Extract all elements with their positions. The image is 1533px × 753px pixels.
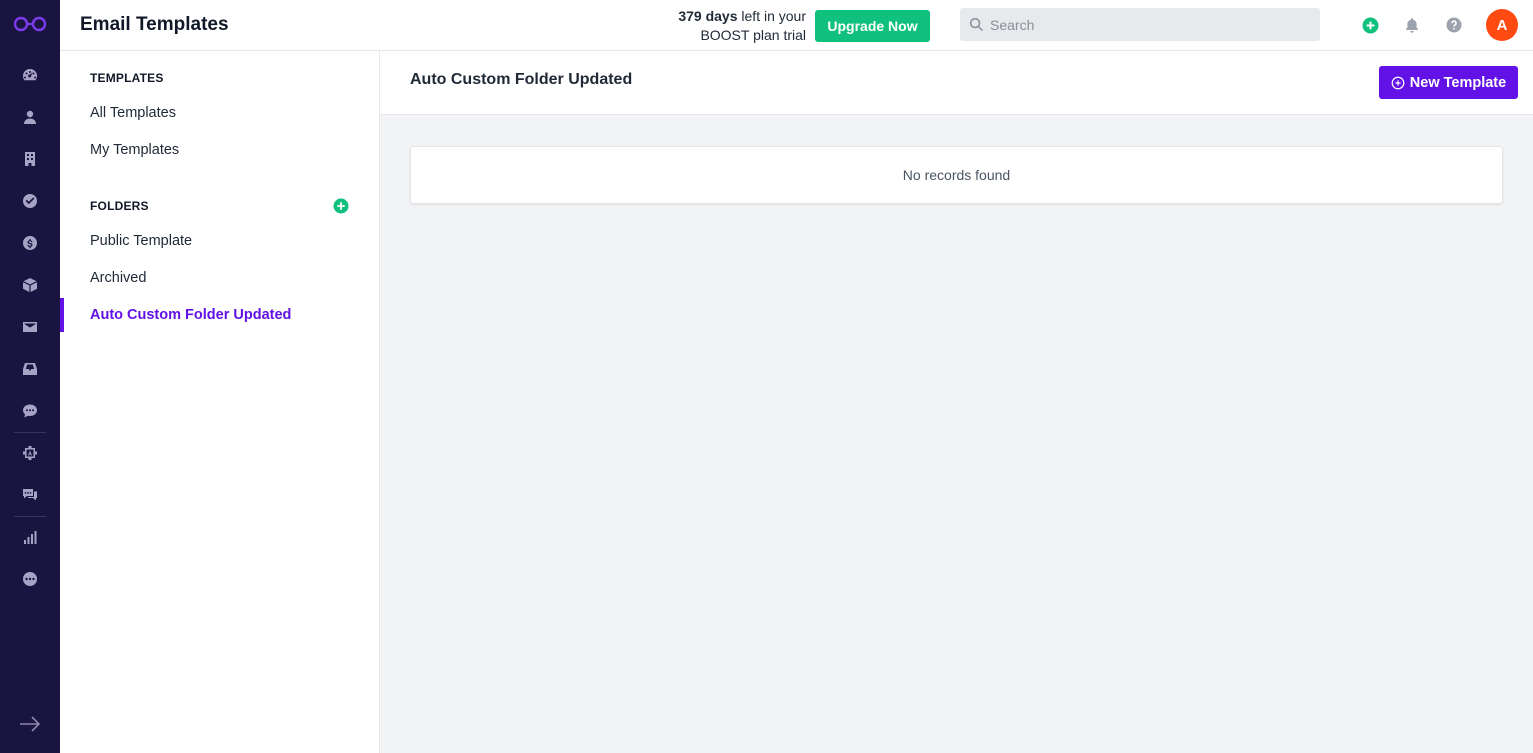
sidebar-item-public-template[interactable]: Public Template (90, 233, 192, 249)
templates-sidebar: TEMPLATES All Templates My Templates FOL… (60, 51, 380, 753)
conversations-icon[interactable] (20, 485, 40, 505)
app-rail (0, 0, 60, 753)
avatar[interactable]: A (1486, 9, 1518, 41)
contacts-icon[interactable] (20, 107, 40, 127)
add-circle-icon[interactable] (1361, 16, 1379, 34)
active-indicator (60, 298, 64, 332)
app-logo-icon[interactable] (12, 14, 48, 34)
sidebar-item-auto-custom-folder-updated[interactable]: Auto Custom Folder Updated (90, 307, 291, 323)
rail-divider (14, 432, 46, 433)
search-icon (969, 17, 983, 31)
products-icon[interactable] (20, 275, 40, 295)
dashboard-icon[interactable] (20, 65, 40, 85)
sidebar-item-all-templates[interactable]: All Templates (90, 105, 176, 121)
expand-arrow-icon[interactable] (18, 714, 42, 734)
chat-icon[interactable] (20, 401, 40, 421)
templates-heading: TEMPLATES (90, 71, 164, 85)
more-icon[interactable] (20, 569, 40, 589)
inbox-icon[interactable] (20, 359, 40, 379)
new-template-button[interactable]: New Template (1379, 66, 1518, 99)
rail-divider (14, 516, 46, 517)
plus-circle-icon (1391, 76, 1405, 89)
upgrade-now-button[interactable]: Upgrade Now (815, 10, 930, 42)
empty-state-card: No records found (410, 146, 1503, 204)
companies-icon[interactable] (20, 149, 40, 169)
top-header: Email Templates 379 days left in your BO… (60, 0, 1533, 51)
empty-message: No records found (902, 167, 1011, 183)
sidebar-item-my-templates[interactable]: My Templates (90, 142, 179, 158)
trial-notice: 379 days left in your BOOST plan trial (650, 7, 806, 45)
search-box[interactable] (960, 8, 1320, 41)
deals-icon[interactable] (20, 233, 40, 253)
trial-text: left in your (737, 8, 806, 24)
folders-heading: FOLDERS (90, 199, 149, 213)
search-input[interactable] (990, 8, 1310, 41)
workflow-icon[interactable] (20, 443, 40, 463)
new-template-label: New Template (1409, 74, 1507, 91)
email-icon[interactable] (20, 317, 40, 337)
folder-title: Auto Custom Folder Updated (410, 71, 633, 88)
content-header: Auto Custom Folder Updated New Template (380, 51, 1533, 115)
trial-plan-text: BOOST plan trial (700, 27, 806, 43)
reports-icon[interactable] (20, 527, 40, 547)
help-icon[interactable] (1445, 16, 1463, 34)
page-title: Email Templates (80, 14, 229, 35)
trial-days: 379 days (678, 8, 738, 24)
bell-icon[interactable] (1403, 16, 1421, 34)
sidebar-item-archived[interactable]: Archived (90, 270, 146, 286)
tasks-icon[interactable] (20, 191, 40, 211)
add-folder-icon[interactable] (333, 198, 349, 214)
